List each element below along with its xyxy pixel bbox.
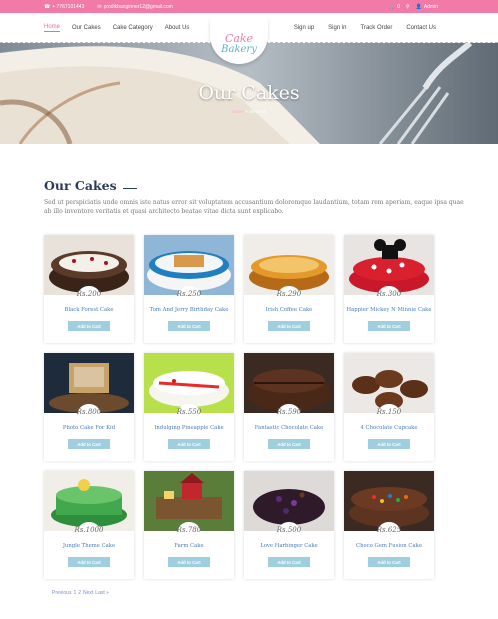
product-card[interactable]: Rs.1000 Jungle Theme Cake Add to Cart bbox=[44, 471, 134, 579]
product-price: Rs.500 bbox=[276, 526, 302, 534]
add-to-cart-button[interactable]: Add to Cart bbox=[268, 321, 310, 331]
logo-line2: Bakery bbox=[221, 43, 257, 55]
product-name[interactable]: Choco Gem Fusion Cake bbox=[344, 543, 434, 549]
add-to-cart-button[interactable]: Add to Cart bbox=[68, 321, 110, 331]
admin-label: Admin bbox=[423, 3, 438, 10]
product-price: Rs.625 bbox=[376, 526, 402, 534]
search-icon[interactable]: ⚲ bbox=[406, 4, 410, 10]
add-to-cart-button[interactable]: Add to Cart bbox=[68, 439, 110, 449]
add-to-cart-button[interactable]: Add to Cart bbox=[368, 439, 410, 449]
pagination-page-1[interactable]: 1 bbox=[73, 590, 76, 596]
breadcrumb: Home > Services bbox=[0, 109, 498, 114]
pagination-previous[interactable]: Previous bbox=[52, 590, 71, 596]
nav-about-us[interactable]: About Us bbox=[165, 25, 190, 31]
pagination-page-2[interactable]: 2 bbox=[78, 590, 81, 596]
add-to-cart-button[interactable]: Add to Cart bbox=[168, 557, 210, 567]
product-price: Rs.250 bbox=[176, 290, 202, 298]
nav-sign-up[interactable]: Sign up bbox=[294, 25, 314, 31]
breadcrumb-current: Services bbox=[248, 109, 267, 114]
section-intro: Sed ut perspiciatis unde omnis iste natu… bbox=[44, 199, 464, 215]
pagination-next[interactable]: Next bbox=[83, 590, 93, 596]
pagination-last[interactable]: Last » bbox=[95, 590, 109, 596]
nav-contact-us[interactable]: Contact Us bbox=[406, 25, 436, 31]
product-price: Rs.1000 bbox=[74, 526, 104, 534]
add-to-cart-button[interactable]: Add to Cart bbox=[368, 321, 410, 331]
product-price: Rs.800 bbox=[76, 408, 102, 416]
product-card[interactable]: Rs.550 Indulging Pineapple Cake Add to Car… bbox=[144, 353, 234, 461]
user-icon: 👤 bbox=[415, 3, 422, 10]
product-card[interactable]: Rs.250 Tom And Jerry Birthday Cake Add to … bbox=[144, 235, 234, 343]
mail-icon: ✉ bbox=[97, 3, 102, 10]
phone-icon: ☎ bbox=[44, 3, 51, 10]
nav-our-cakes[interactable]: Our Cakes bbox=[72, 25, 101, 31]
admin-link[interactable]: 👤 Admin bbox=[416, 4, 438, 10]
product-price: Rs.300 bbox=[376, 290, 402, 298]
product-card[interactable]: Rs.300 Happier Mickey N Minnie Cake Add to… bbox=[344, 235, 434, 343]
hero-title: Our Cakes bbox=[198, 82, 300, 104]
add-to-cart-button[interactable]: Add to Cart bbox=[68, 557, 110, 567]
product-price: Rs.550 bbox=[176, 408, 202, 416]
phone-number: + 7767101443 bbox=[52, 3, 85, 10]
product-name[interactable]: Photo Cake For Kid bbox=[44, 425, 134, 431]
cart-link[interactable]: 🛒 0 bbox=[389, 4, 400, 10]
product-name[interactable]: Tom And Jerry Birthday Cake bbox=[144, 307, 234, 313]
product-name[interactable]: Jungle Theme Cake bbox=[44, 543, 134, 549]
product-price: Rs.780 bbox=[176, 526, 202, 534]
product-card[interactable]: Rs.150 4 Chocolate Cupcake Add to Cart bbox=[344, 353, 434, 461]
product-name[interactable]: 4 Chocolate Cupcake bbox=[344, 425, 434, 431]
product-price: Rs.200 bbox=[76, 290, 102, 298]
product-card[interactable]: Rs.780 Farm Cake Add to Cart bbox=[144, 471, 234, 579]
product-price: Rs.150 bbox=[376, 408, 402, 416]
nav-home[interactable]: Home bbox=[44, 24, 61, 32]
product-name[interactable]: Irish Coffee Cake bbox=[244, 307, 334, 313]
nav-sign-in[interactable]: Sign in bbox=[328, 25, 346, 31]
product-name[interactable]: Indulging Pineapple Cake bbox=[144, 425, 234, 431]
product-price: Rs.590 bbox=[276, 408, 302, 416]
product-name[interactable]: Farm Cake bbox=[144, 543, 234, 549]
product-card[interactable]: Rs.200 Black Forest Cake Add to Cart bbox=[44, 235, 134, 343]
section-title: Our Cakes bbox=[44, 178, 137, 193]
product-card[interactable]: Rs.800 Photo Cake For Kid Add to Cart bbox=[44, 353, 134, 461]
email-contact[interactable]: ✉ prodikbanginner12@gmail.com bbox=[97, 4, 172, 10]
product-name[interactable]: Love Harbinger Cake bbox=[244, 543, 334, 549]
logo-line1: Cake bbox=[224, 31, 254, 45]
title-underline bbox=[122, 188, 137, 189]
add-to-cart-button[interactable]: Add to Cart bbox=[168, 321, 210, 331]
add-to-cart-button[interactable]: Add to Cart bbox=[368, 557, 410, 567]
cart-count: 0 bbox=[397, 3, 400, 10]
add-to-cart-button[interactable]: Add to Cart bbox=[268, 557, 310, 567]
cart-icon: 🛒 bbox=[388, 3, 396, 10]
product-price: Rs.290 bbox=[276, 290, 302, 298]
nav-cake-category[interactable]: Cake Category bbox=[113, 25, 153, 31]
product-card[interactable]: Rs.290 Irish Coffee Cake Add to Cart bbox=[244, 235, 334, 343]
section-title-text: Our Cakes bbox=[44, 178, 117, 193]
product-name[interactable]: Fantastic Chocolate Cake bbox=[244, 425, 334, 431]
product-card[interactable]: Rs.590 Fantastic Chocolate Cake Add to Car… bbox=[244, 353, 334, 461]
breadcrumb-home[interactable]: Home bbox=[232, 109, 244, 114]
product-card[interactable]: Rs.500 Love Harbinger Cake Add to Cart bbox=[244, 471, 334, 579]
nav-track-order[interactable]: Track Order bbox=[361, 25, 393, 31]
add-to-cart-button[interactable]: Add to Cart bbox=[268, 439, 310, 449]
top-bar: ☎ + 7767101443 ✉ prodikbanginner12@gmail… bbox=[0, 0, 498, 13]
email-address: prodikbanginner12@gmail.com bbox=[103, 3, 173, 10]
product-card[interactable]: Rs.625 Choco Gem Fusion Cake Add to Cart bbox=[344, 471, 434, 579]
product-name[interactable]: Black Forest Cake bbox=[44, 307, 134, 313]
add-to-cart-button[interactable]: Add to Cart bbox=[168, 439, 210, 449]
product-name[interactable]: Happier Mickey N Minnie Cake bbox=[344, 307, 434, 313]
pagination: Previous 1 2 Next Last » bbox=[52, 590, 109, 596]
phone-contact[interactable]: ☎ + 7767101443 bbox=[44, 4, 84, 10]
